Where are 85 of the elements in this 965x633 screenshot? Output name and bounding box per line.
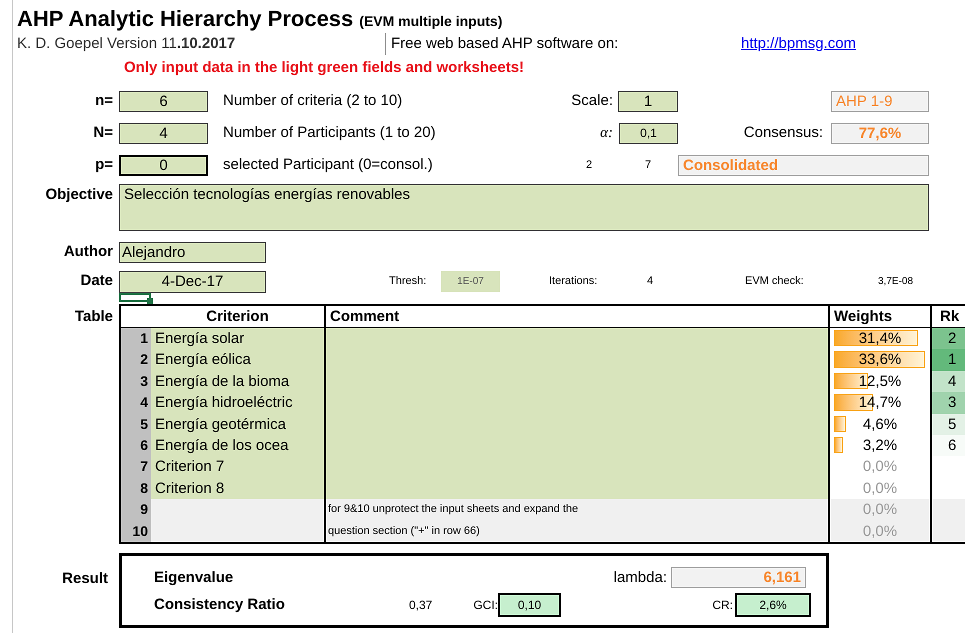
participants-count-field[interactable]: 4	[119, 122, 208, 144]
iterations-value: 4	[647, 274, 654, 290]
consensus-label: Consensus:	[742, 122, 823, 143]
criterion-cell[interactable]	[151, 520, 326, 542]
criterion-cell[interactable]: Energía solar	[151, 328, 326, 350]
row-number: 6	[121, 434, 151, 456]
cr-label: CR:	[711, 596, 733, 614]
consistency-ratio-label: Consistency Ratio	[154, 594, 286, 615]
rank-cell: 2	[932, 328, 965, 350]
thresh-label: Thresh:	[389, 274, 428, 290]
criterion-cell[interactable]: Energía hidroeléctric	[151, 392, 326, 414]
rank-cell: 6	[932, 434, 965, 456]
web-label: Free web based AHP software on:	[385, 32, 741, 56]
weight-value: 0,0%	[862, 457, 898, 478]
weight-value: 33,6%	[858, 350, 902, 370]
weight-value: 4,6%	[862, 414, 898, 435]
weight-value: 3,2%	[862, 436, 898, 456]
weight-value: 0,0%	[862, 522, 898, 542]
criterion-cell[interactable]: Energía de los ocea	[151, 434, 326, 456]
date-label: Date	[79, 271, 113, 292]
criterion-cell[interactable]	[151, 499, 326, 521]
scale-label: Scale:	[570, 90, 613, 111]
row-number: 4	[121, 392, 151, 414]
weight-value: 0,0%	[862, 478, 898, 499]
website-link[interactable]: http://bpmsg.com	[741, 32, 856, 56]
rank-cell: 1	[932, 349, 965, 371]
criteria-count-field[interactable]: 6	[119, 90, 208, 112]
lambda-label: lambda:	[612, 568, 667, 588]
alpha-label: α:	[599, 124, 613, 143]
participant-field[interactable]: 0	[119, 154, 208, 176]
column-header: Weights	[830, 306, 932, 327]
objective-field[interactable]: Selección tecnologías energías renovables	[119, 184, 929, 231]
row-number: 7	[121, 456, 151, 478]
evm-check-label: EVM check:	[745, 274, 805, 290]
count-value: 7	[644, 158, 652, 173]
comment-cell[interactable]	[326, 328, 830, 350]
rank-cell: 4	[932, 370, 965, 392]
param-label: n=	[94, 90, 113, 111]
evm-check-value: 3,7E-08	[878, 275, 914, 289]
row-number: 8	[121, 478, 151, 500]
rank-cell: 5	[932, 414, 965, 435]
row-number: 5	[121, 414, 151, 435]
eigenvalue-label: Eigenvalue	[154, 568, 234, 588]
comment-cell[interactable]	[326, 478, 830, 500]
cr-value: 2,6%	[735, 592, 811, 617]
row-number: 2	[121, 349, 151, 371]
objective-label: Objective	[44, 185, 113, 205]
criterion-cell[interactable]: Energía eólica	[151, 349, 326, 371]
row-number: 1	[121, 328, 151, 350]
criterion-cell[interactable]: Energía de la bioma	[151, 370, 326, 392]
consensus-value: 77,6%	[831, 122, 929, 144]
param-description: Number of criteria (2 to 10)	[223, 90, 404, 111]
author-field[interactable]: Alejandro	[119, 242, 266, 263]
lambda-value: 6,161	[671, 567, 806, 588]
iterations-label: Iterations:	[549, 274, 598, 290]
participant-name: Consolidated	[678, 154, 929, 176]
app-subtitle: (EVM multiple inputs)	[359, 12, 502, 31]
gci-label: GCI:	[472, 596, 498, 614]
warning-text: Only input data in the light green fields and worksheets!	[124, 58, 524, 78]
param-label: p=	[94, 154, 113, 175]
row-number: 3	[121, 370, 151, 392]
param-label: N=	[92, 122, 113, 143]
result-label: Result	[61, 568, 108, 589]
gci-raw-value: 0,37	[409, 596, 434, 614]
scale-field[interactable]: 1	[618, 90, 678, 112]
row-number: 10	[121, 520, 151, 542]
param-description: selected Participant (0=consol.)	[223, 154, 434, 175]
byline: K. D. Goepel Version 11.10.2017	[17, 34, 236, 54]
scale-name: AHP 1-9	[831, 90, 929, 112]
app-title: AHP Analytic Hierarchy Process	[17, 8, 354, 30]
alpha-field[interactable]: 0,1	[619, 122, 678, 144]
author-label: Author	[62, 242, 113, 262]
count-value: 2	[584, 158, 594, 173]
column-header: Rk	[939, 307, 960, 327]
param-description: Number of Participants (1 to 20)	[223, 122, 437, 143]
date-field[interactable]: 4-Dec-17	[119, 270, 266, 292]
rank-cell: 3	[932, 392, 965, 414]
cell-cursor	[119, 293, 151, 302]
gci-value: 0,10	[498, 592, 561, 617]
table-label: Table	[74, 307, 113, 327]
weight-value: 31,4%	[858, 329, 902, 349]
weight-value: 0,0%	[862, 500, 898, 520]
thresh-value: 1E-07	[441, 271, 500, 292]
row-number: 9	[121, 499, 151, 521]
criterion-cell[interactable]: Energía geotérmica	[151, 414, 326, 435]
